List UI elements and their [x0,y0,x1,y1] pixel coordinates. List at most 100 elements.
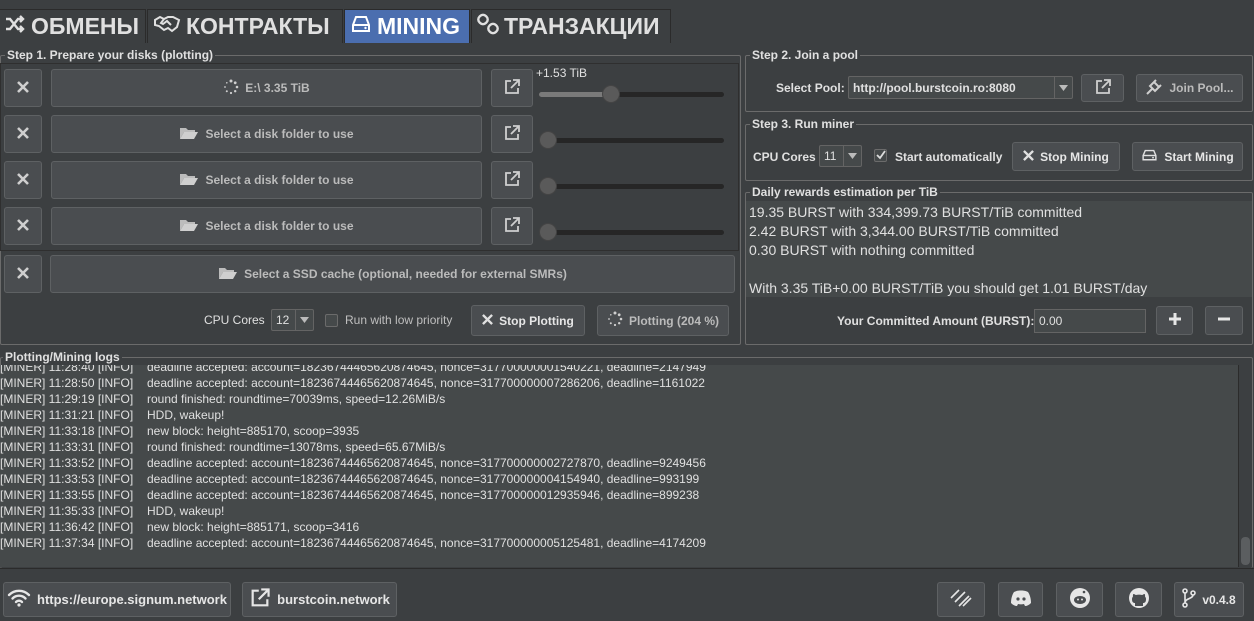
tab-transactions-label: ТРАНЗАКЦИИ [504,13,660,39]
plot-cpu-cores-label: CPU Cores [204,313,265,327]
chevron-down-icon [295,310,313,330]
remove-ssd-button[interactable] [4,255,42,293]
plus-icon [1168,312,1182,329]
committed-amount-label: Your Committed Amount (BURST): [837,314,1035,328]
start-mining-button[interactable]: Start Mining [1132,142,1243,171]
disk-size-slider-4[interactable] [539,223,724,241]
start-auto-checkbox[interactable] [874,149,887,162]
rewards-text: 19.35 BURST with 334,399.73 BURST/TiB co… [746,201,1252,297]
remove-disk-button-3[interactable] [4,161,42,199]
tab-exchanges[interactable]: ОБМЕНЫ [0,9,146,43]
ssd-cache-button[interactable]: Select a SSD cache (optional, needed for… [50,255,735,293]
stop-plotting-label: Stop Plotting [499,313,574,328]
signum-logo-icon [949,588,973,611]
mine-cpu-cores-select[interactable]: 11 [819,145,862,167]
low-priority-checkbox[interactable] [325,314,338,327]
slider-thumb[interactable] [602,85,620,103]
folder-open-icon [218,266,238,283]
plot-cpu-cores-value: 12 [276,313,290,327]
remove-disk-button-2[interactable] [4,115,42,153]
stop-plotting-button[interactable]: Stop Plotting [471,305,585,336]
reddit-icon [1069,587,1091,612]
close-icon [1023,149,1035,164]
stop-mining-label: Stop Mining [1040,149,1109,164]
open-pool-button[interactable] [1081,74,1124,102]
log-scrollbar-thumb[interactable] [1241,537,1250,565]
remove-disk-button-4[interactable] [4,207,42,245]
tab-bar: ОБМЕНЫ КОНТРАКТЫ MINING ТРАНЗАКЦИИ [0,0,1254,46]
check-icon [875,149,886,163]
tab-mining[interactable]: MINING [344,9,470,43]
start-mining-label: Start Mining [1164,149,1234,164]
github-button[interactable] [1115,582,1162,617]
remove-commitment-button[interactable] [1205,306,1243,335]
tab-mining-label: MINING [377,13,461,39]
open-folder-button-4[interactable] [491,207,533,245]
discord-icon [1010,589,1032,610]
disk-size-slider-1[interactable] [539,85,724,103]
tab-contracts[interactable]: КОНТРАКТЫ [147,9,343,43]
disk-size-slider-2[interactable] [539,131,724,149]
disk-size-slider-3[interactable] [539,177,724,195]
slider-thumb[interactable] [539,223,557,241]
plug-icon [1145,78,1163,99]
disk-folder-label-1: E:\ 3.35 TiB [245,81,310,95]
signum-logo-button[interactable] [937,582,985,617]
open-folder-button-3[interactable] [491,161,533,199]
disk-folder-button-1[interactable]: E:\ 3.35 TiB [51,69,482,107]
wifi-icon [7,589,31,610]
remove-disk-button-1[interactable] [4,69,42,107]
node-url-button[interactable]: https://europe.signum.network [3,582,231,617]
close-icon [17,266,29,282]
mine-cpu-cores-value: 11 [824,149,837,163]
stop-mining-button[interactable]: Stop Mining [1012,142,1120,171]
reddit-button[interactable] [1056,582,1103,617]
discord-button[interactable] [998,582,1043,617]
disk-folder-label-3: Select a disk folder to use [205,173,354,187]
plotting-status-label: Plotting (204 %) [628,313,719,328]
folder-open-icon [179,126,199,143]
add-commitment-button[interactable] [1156,306,1193,335]
low-priority-label: Run with low priority [345,313,453,327]
folder-open-icon [179,218,199,235]
tab-transactions[interactable]: ТРАНЗАКЦИИ [471,9,671,43]
step1-title: Step 1. Prepare your disks (plotting) [5,48,216,62]
mine-cpu-cores-label: CPU Cores [753,150,816,164]
rewards-title: Daily rewards estimation per TiB [750,185,940,199]
committed-amount-input[interactable]: 0.00 [1034,309,1146,333]
disk-folder-button-3[interactable]: Select a disk folder to use [51,161,482,199]
close-icon [17,80,29,96]
log-output[interactable]: [MINER] 11:28:40 [INFO] deadline accepted… [0,365,1238,567]
join-pool-button[interactable]: Join Pool... [1136,74,1243,102]
disk-folder-button-2[interactable]: Select a disk folder to use [51,115,482,153]
log-scrollbar[interactable] [1238,365,1252,567]
external-link-icon [1094,78,1112,99]
plotting-status-button[interactable]: Plotting (204 %) [597,305,729,336]
hdd-icon [1141,148,1158,166]
logs-title: Plotting/Mining logs [3,350,122,364]
step3-title: Step 3. Run miner [750,117,857,131]
slider-thumb[interactable] [539,177,557,195]
spinner-icon [223,79,239,98]
site-link-button[interactable]: burstcoin.network [242,582,397,617]
github-icon [1128,587,1150,612]
close-icon [17,218,29,234]
spinner-icon [607,311,623,330]
git-branch-icon [1182,588,1197,611]
open-folder-button-1[interactable] [491,69,533,107]
version-button[interactable]: v0.4.8 [1174,582,1244,617]
close-icon [17,172,29,188]
tab-exchanges-label: ОБМЕНЫ [31,13,140,39]
plot-cpu-cores-select[interactable]: 12 [271,309,314,331]
version-label: v0.4.8 [1202,592,1236,607]
disk-extra-label-1: +1.53 TiB [536,66,588,80]
disk-folder-button-4[interactable]: Select a disk folder to use [51,207,482,245]
handshake-icon [152,12,182,42]
external-link-icon [503,216,521,237]
slider-thumb[interactable] [539,131,557,149]
open-folder-button-2[interactable] [491,115,533,153]
external-link-icon [249,587,271,612]
pool-select[interactable]: http://pool.burstcoin.ro:8080 [848,76,1073,99]
minus-icon [1217,312,1231,329]
external-link-icon [503,124,521,145]
